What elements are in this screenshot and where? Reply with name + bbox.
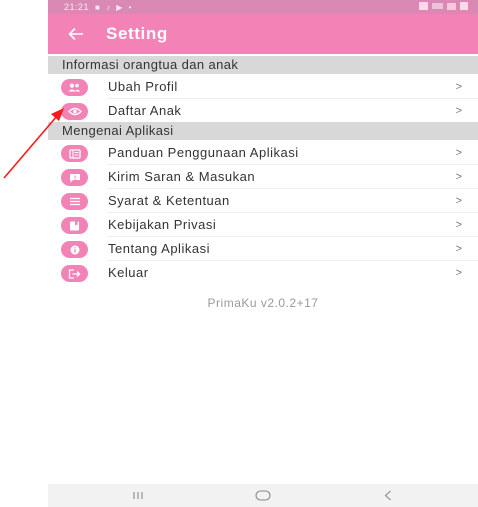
menu-item-label: Syarat & Ketentuan xyxy=(108,193,230,208)
back-button[interactable] xyxy=(56,14,96,54)
menu-item-kirim-saran[interactable]: Kirim Saran & Masukan > xyxy=(48,165,478,189)
app-version: PrimaKu v2.0.2+17 xyxy=(207,296,319,310)
nav-back-button[interactable] xyxy=(358,484,418,507)
menu-item-label: Daftar Anak xyxy=(108,103,182,118)
chevron-right-icon: > xyxy=(455,147,462,159)
home-icon xyxy=(255,490,271,501)
bookmark-icon xyxy=(61,217,88,234)
chevron-right-icon: > xyxy=(455,267,462,279)
chevron-right-icon: > xyxy=(455,171,462,183)
chevron-right-icon: > xyxy=(455,243,462,255)
feedback-icon xyxy=(61,169,88,186)
chevron-right-icon: > xyxy=(455,81,462,93)
menu-item-label: Keluar xyxy=(108,265,149,280)
battery-icon xyxy=(460,2,468,10)
chevron-right-icon: > xyxy=(455,219,462,231)
menu-item-ubah-profil[interactable]: Ubah Profil > xyxy=(48,75,478,99)
alarm-icon xyxy=(419,2,428,10)
menu-item-tentang[interactable]: Tentang Aplikasi > xyxy=(48,237,478,261)
info-icon xyxy=(61,241,88,258)
menu-item-label: Kirim Saran & Masukan xyxy=(108,169,256,184)
menu-item-label: Ubah Profil xyxy=(108,79,178,94)
menu-item-label: Tentang Aplikasi xyxy=(108,241,210,256)
wifi-icon xyxy=(432,3,443,9)
menu-item-daftar-anak[interactable]: Daftar Anak > xyxy=(48,99,478,123)
menu-item-kebijakan[interactable]: Kebijakan Privasi > xyxy=(48,213,478,237)
eye-icon xyxy=(61,103,88,120)
phone-screen: 21:21 ■ ♪ ▶ • Setting Informasi orangtua… xyxy=(48,0,478,507)
status-notification-icons: ■ ♪ ▶ • xyxy=(95,2,134,12)
book-icon xyxy=(61,145,88,162)
users-icon xyxy=(61,79,88,96)
page-title: Setting xyxy=(106,24,168,43)
menu-item-keluar[interactable]: Keluar > xyxy=(48,261,478,285)
chevron-right-icon: > xyxy=(455,105,462,117)
app-bar: Setting xyxy=(48,14,478,54)
menu-item-label: Kebijakan Privasi xyxy=(108,217,217,232)
home-button[interactable] xyxy=(233,484,293,507)
status-system-icons xyxy=(419,2,468,10)
menu-item-label: Panduan Penggunaan Aplikasi xyxy=(108,145,299,160)
section-header-parent-child: Informasi orangtua dan anak xyxy=(48,56,478,74)
chevron-left-icon xyxy=(384,490,391,501)
logout-icon xyxy=(61,265,88,282)
list-icon xyxy=(61,193,88,210)
arrow-left-icon xyxy=(68,27,83,41)
status-time: 21:21 xyxy=(64,2,90,12)
menu-item-panduan[interactable]: Panduan Penggunaan Aplikasi > xyxy=(48,141,478,165)
system-nav-bar xyxy=(48,484,478,507)
menu-item-syarat[interactable]: Syarat & Ketentuan > xyxy=(48,189,478,213)
chevron-right-icon: > xyxy=(455,195,462,207)
section-header-about-app: Mengenai Aplikasi xyxy=(48,122,478,140)
status-bar: 21:21 ■ ♪ ▶ • xyxy=(48,0,478,14)
recents-icon xyxy=(133,492,143,499)
signal-icon xyxy=(447,2,456,10)
recents-button[interactable] xyxy=(108,484,168,507)
